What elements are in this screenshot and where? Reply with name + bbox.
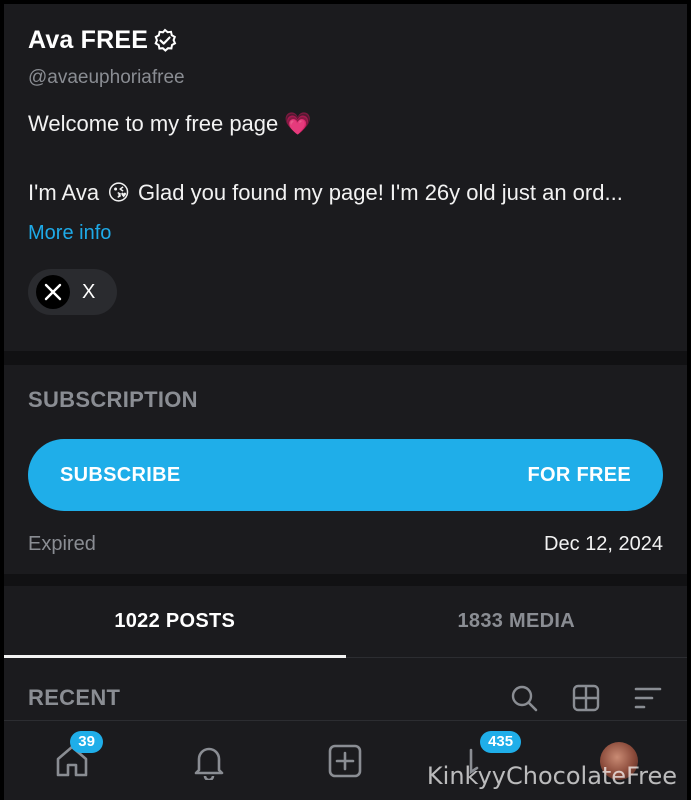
bell-icon bbox=[194, 747, 224, 780]
nav-notifications[interactable] bbox=[185, 737, 233, 785]
search-icon[interactable] bbox=[509, 683, 539, 713]
profile-handle: @avaeuphoriafree bbox=[28, 67, 185, 88]
subscribe-button[interactable]: SUBSCRIBE FOR FREE bbox=[28, 439, 663, 511]
subscription-status-row: Expired Dec 12, 2024 bbox=[28, 533, 663, 556]
bottom-navigation: 39 435 bbox=[4, 720, 687, 800]
profile-header: Ava FREE @avaeuphoriafree Welcome to my … bbox=[4, 4, 687, 315]
tab-media[interactable]: 1833 MEDIA bbox=[346, 586, 688, 657]
recent-tools bbox=[509, 683, 663, 713]
bio-text-1: Welcome to my free page bbox=[28, 111, 279, 136]
recent-title: RECENT bbox=[28, 685, 121, 710]
heart-emoji-icon: 💗 bbox=[284, 111, 312, 136]
bio-line-2: I'm Ava 😘 Glad you found my page! I'm 26… bbox=[28, 180, 668, 206]
active-tab-indicator bbox=[4, 655, 346, 658]
bio-line-1: Welcome to my free page 💗 bbox=[28, 111, 663, 137]
social-x-button[interactable]: X bbox=[28, 269, 118, 315]
profile-screen: Ava FREE @avaeuphoriafree Welcome to my … bbox=[0, 0, 691, 800]
bio-text-2a: I'm Ava bbox=[28, 180, 100, 205]
subscription-title: SUBSCRIPTION bbox=[28, 387, 198, 412]
avatar bbox=[599, 741, 638, 780]
sort-icon[interactable] bbox=[633, 683, 663, 713]
grid-icon[interactable] bbox=[571, 683, 601, 713]
verified-badge-icon bbox=[152, 28, 178, 54]
status-date: Dec 12, 2024 bbox=[544, 533, 663, 555]
tab-posts[interactable]: 1022 POSTS bbox=[4, 586, 346, 657]
section-divider bbox=[4, 351, 687, 365]
bio-text-2b: Glad you found my page! I'm 26y old just… bbox=[138, 180, 623, 205]
x-logo-icon bbox=[36, 275, 70, 309]
more-info-link[interactable]: More info bbox=[28, 222, 111, 245]
nav-profile[interactable] bbox=[595, 737, 643, 785]
subscription-section: SUBSCRIPTION SUBSCRIBE FOR FREE Expired … bbox=[4, 365, 687, 556]
content-tabs: 1022 POSTS 1833 MEDIA bbox=[4, 586, 687, 658]
nav-home[interactable]: 39 bbox=[48, 730, 103, 785]
nav-messages[interactable]: 435 bbox=[458, 730, 522, 785]
subscribe-price-label: FOR FREE bbox=[527, 463, 631, 486]
subscribe-label: SUBSCRIBE bbox=[60, 463, 181, 486]
home-notification-badge: 39 bbox=[70, 730, 103, 753]
kiss-emoji-icon: 😘 bbox=[107, 180, 130, 205]
status-label: Expired bbox=[28, 533, 96, 555]
nav-add-post[interactable] bbox=[321, 737, 369, 785]
profile-name: Ava FREE bbox=[28, 26, 149, 54]
messages-notification-badge: 435 bbox=[480, 730, 522, 753]
social-x-label: X bbox=[82, 280, 96, 303]
name-row: Ava FREE bbox=[28, 26, 663, 55]
add-post-icon bbox=[329, 744, 362, 777]
section-divider bbox=[4, 574, 687, 586]
